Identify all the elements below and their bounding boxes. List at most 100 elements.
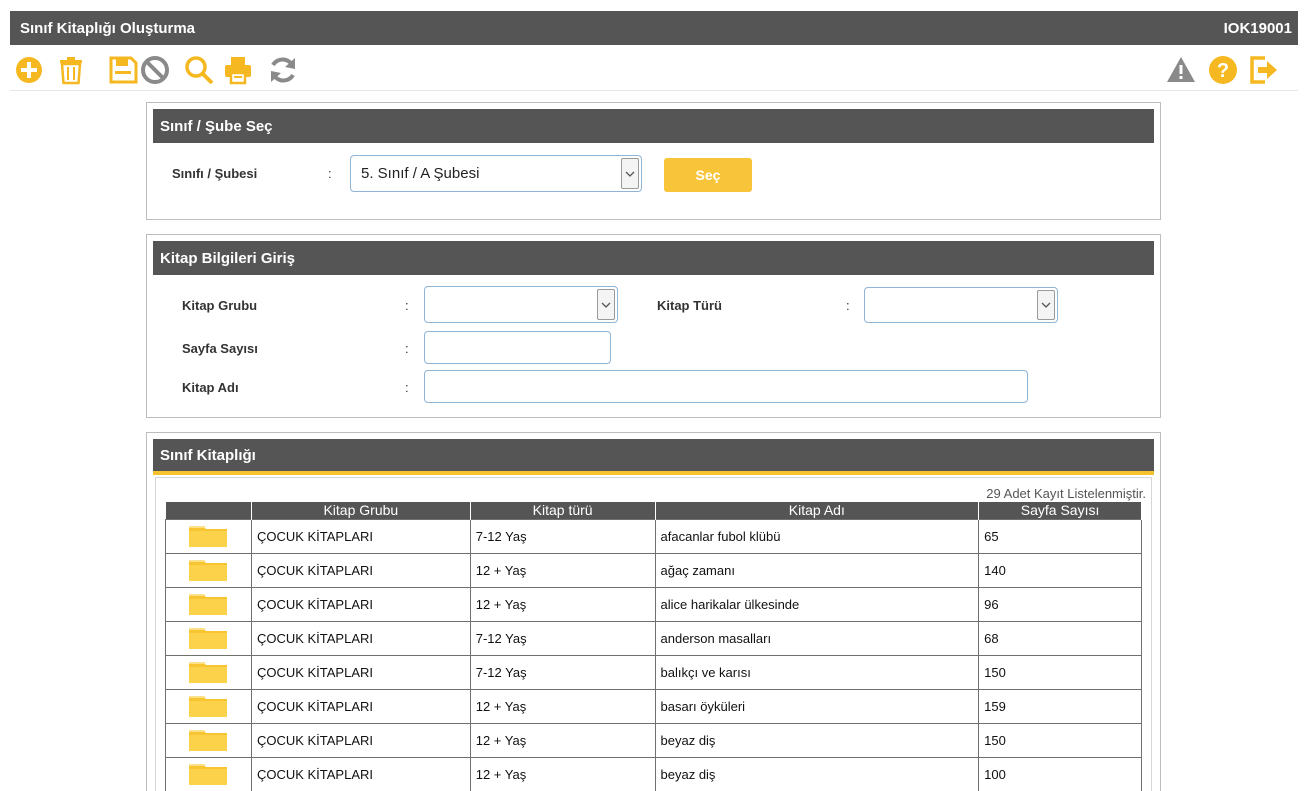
cell-pages: 140 (978, 552, 1142, 588)
row-action-cell[interactable] (165, 552, 252, 588)
cell-name: beyaz diş (654, 722, 980, 758)
library-panel: Sınıf Kitaplığı 29 Adet Kayıt Listelenmi… (146, 432, 1161, 791)
cell-pages: 68 (978, 620, 1142, 656)
search-icon[interactable] (182, 53, 216, 87)
cell-pages: 65 (978, 518, 1142, 554)
window-titlebar: Sınıf Kitaplığı Oluşturma IOK19001 (10, 11, 1298, 45)
cell-group: ÇOCUK KİTAPLARI (250, 654, 471, 690)
folder-icon[interactable] (188, 726, 228, 755)
colon: : (405, 341, 409, 356)
select-button[interactable]: Seç (664, 158, 752, 192)
folder-icon[interactable] (188, 590, 228, 619)
cell-pages: 100 (978, 756, 1142, 791)
pages-input[interactable] (424, 331, 611, 364)
warning-icon[interactable] (1164, 53, 1198, 87)
column-header[interactable]: Sayfa Sayısı (978, 502, 1142, 519)
trash-icon[interactable] (54, 53, 88, 87)
group-label: Kitap Grubu (182, 298, 258, 313)
cell-type: 12 + Yaş (469, 688, 656, 724)
folder-icon[interactable] (188, 760, 228, 789)
print-icon[interactable] (221, 53, 255, 87)
cell-name: beyaz diş (654, 756, 980, 791)
cancel-icon[interactable] (138, 53, 172, 87)
cell-type: 7-12 Yaş (469, 654, 656, 690)
folder-icon[interactable] (188, 522, 228, 551)
book-panel-title: Kitap Bilgileri Giriş (153, 241, 1154, 275)
book-info-panel: Kitap Bilgileri Giriş Kitap Grubu : Kita… (146, 234, 1161, 418)
help-icon[interactable]: ? (1206, 53, 1240, 87)
folder-icon[interactable] (188, 692, 228, 721)
library-table: Kitap Grubu Kitap türü Kitap Adı Sayfa S… (165, 502, 1142, 791)
row-action-cell[interactable] (165, 688, 252, 724)
table-row[interactable]: ÇOCUK KİTAPLARI 7-12 Yaş balıkçı ve karısı… (165, 654, 1142, 690)
cell-group: ÇOCUK KİTAPLARI (250, 518, 471, 554)
row-action-cell[interactable] (165, 620, 252, 656)
row-action-cell[interactable] (165, 586, 252, 622)
class-panel-title: Sınıf / Şube Seç (153, 109, 1154, 143)
save-icon[interactable] (106, 53, 140, 87)
cell-type: 12 + Yaş (469, 586, 656, 622)
cell-pages: 96 (978, 586, 1142, 622)
svg-text:?: ? (1217, 60, 1229, 82)
column-header[interactable]: Kitap Adı (655, 502, 980, 519)
folder-icon[interactable] (188, 658, 228, 687)
row-action-cell[interactable] (165, 654, 252, 690)
cell-group: ÇOCUK KİTAPLARI (250, 688, 471, 724)
chevron-down-icon[interactable] (597, 289, 615, 320)
table-row[interactable]: ÇOCUK KİTAPLARI 12 + Yaş ağaç zamanı 140 (165, 552, 1142, 588)
column-header (165, 502, 252, 519)
type-label: Kitap Türü (657, 298, 722, 313)
colon: : (846, 298, 850, 313)
table-row[interactable]: ÇOCUK KİTAPLARI 12 + Yaş basarı öyküleri 15… (165, 688, 1142, 724)
folder-icon[interactable] (188, 624, 228, 653)
cell-group: ÇOCUK KİTAPLARI (250, 722, 471, 758)
form-code: IOK19001 (1223, 19, 1292, 37)
folder-icon[interactable] (188, 556, 228, 585)
class-select-panel: Sınıf / Şube Seç Sınıfı / Şubesi : 5. Sı… (146, 102, 1161, 220)
table-row[interactable]: ÇOCUK KİTAPLARI 12 + Yaş beyaz diş 100 (165, 756, 1142, 791)
chevron-down-icon[interactable] (1037, 290, 1055, 320)
cell-name: alice harikalar ülkesinde (654, 586, 980, 622)
exit-icon[interactable] (1246, 53, 1280, 87)
name-label: Kitap Adı (182, 380, 239, 395)
name-input[interactable] (424, 370, 1028, 403)
class-select-value: 5. Sınıf / A Şubesi (361, 165, 480, 182)
cell-type: 12 + Yaş (469, 552, 656, 588)
page-title: Sınıf Kitaplığı Oluşturma (20, 19, 196, 37)
column-header[interactable]: Kitap türü (470, 502, 656, 519)
row-action-cell[interactable] (165, 518, 252, 554)
cell-pages: 159 (978, 688, 1142, 724)
library-panel-title: Sınıf Kitaplığı (153, 439, 1154, 475)
class-select[interactable]: 5. Sınıf / A Şubesi (350, 155, 642, 192)
cell-type: 7-12 Yaş (469, 620, 656, 656)
cell-name: basarı öyküleri (654, 688, 980, 724)
table-row[interactable]: ÇOCUK KİTAPLARI 12 + Yaş alice harikalar ü… (165, 586, 1142, 622)
cell-type: 12 + Yaş (469, 722, 656, 758)
chevron-down-icon[interactable] (621, 158, 639, 189)
class-label: Sınıfı / Şubesi (172, 166, 258, 181)
type-select[interactable] (864, 287, 1058, 323)
colon: : (405, 298, 409, 313)
cell-group: ÇOCUK KİTAPLARI (250, 756, 471, 791)
table-row[interactable]: ÇOCUK KİTAPLARI 7-12 Yaş anderson masallar… (165, 620, 1142, 656)
table-row[interactable]: ÇOCUK KİTAPLARI 12 + Yaş beyaz diş 150 (165, 722, 1142, 758)
cell-name: balıkçı ve karısı (654, 654, 980, 690)
group-select[interactable] (424, 286, 618, 323)
cell-name: ağaç zamanı (654, 552, 980, 588)
cell-pages: 150 (978, 722, 1142, 758)
refresh-icon[interactable] (266, 53, 300, 87)
add-icon[interactable] (12, 53, 46, 87)
cell-pages: 150 (978, 654, 1142, 690)
table-row[interactable]: ÇOCUK KİTAPLARI 7-12 Yaş afacanlar fubol k… (165, 518, 1142, 554)
row-action-cell[interactable] (165, 722, 252, 758)
library-grid: 29 Adet Kayıt Listelenmiştir. Kitap Grub… (155, 477, 1152, 791)
record-count: 29 Adet Kayıt Listelenmiştir. (986, 486, 1146, 501)
table-header-row: Kitap Grubu Kitap türü Kitap Adı Sayfa S… (165, 502, 1142, 519)
pages-label: Sayfa Sayısı (182, 341, 258, 356)
column-header[interactable]: Kitap Grubu (251, 502, 471, 519)
toolbar: ? (10, 49, 1298, 91)
cell-group: ÇOCUK KİTAPLARI (250, 620, 471, 656)
cell-name: anderson masalları (654, 620, 980, 656)
row-action-cell[interactable] (165, 756, 252, 791)
cell-group: ÇOCUK KİTAPLARI (250, 586, 471, 622)
